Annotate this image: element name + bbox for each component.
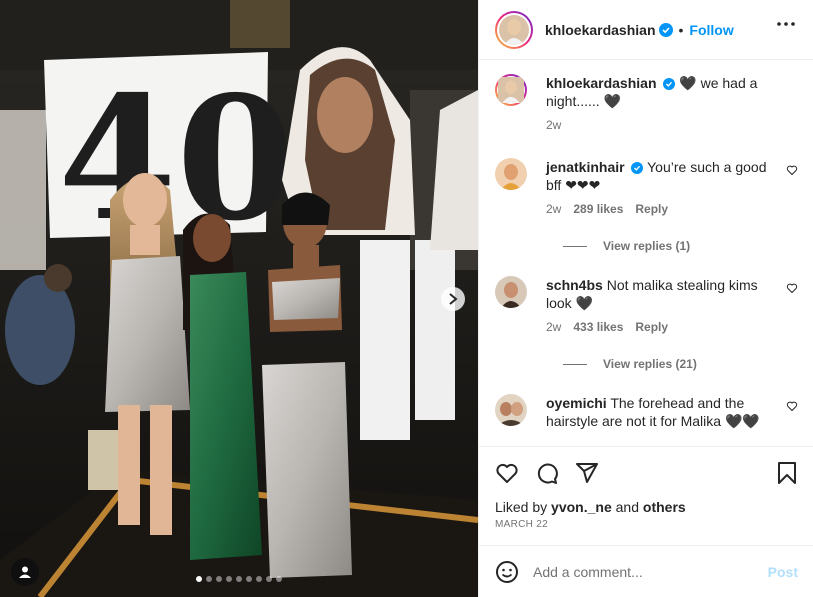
post-side-panel: khloekardashian • Follow khloekardashian… — [478, 0, 813, 597]
carousel-dot — [206, 576, 212, 582]
view-replies-label: View replies (21) — [603, 357, 697, 371]
post-comment-button[interactable]: Post — [768, 564, 798, 580]
liked-and: and — [615, 499, 639, 515]
save-icon[interactable] — [776, 461, 798, 485]
comment-username[interactable]: schn4bs — [546, 277, 603, 293]
commenter-avatar[interactable] — [495, 158, 527, 190]
carousel-dot — [276, 576, 282, 582]
emoji-icon[interactable] — [495, 560, 519, 584]
party-photo: 40 — [0, 0, 478, 597]
author-avatar[interactable] — [495, 10, 533, 49]
carousel-dot — [196, 576, 202, 582]
liked-by: Liked by yvon._ne and others — [479, 499, 813, 515]
comment-username[interactable]: oyemichi — [546, 395, 607, 411]
comment-likes[interactable]: 433 likes — [573, 320, 623, 334]
heart-icon[interactable] — [786, 164, 798, 176]
heart-icon[interactable] — [495, 461, 519, 485]
carousel-dot — [216, 576, 222, 582]
caption-avatar[interactable] — [495, 74, 527, 106]
chevron-right-icon — [449, 293, 458, 305]
add-comment-bar: Add a comment... Post — [479, 545, 813, 597]
commenter-avatar[interactable] — [495, 276, 527, 308]
carousel-dot — [226, 576, 232, 582]
post-photo[interactable]: 40 — [0, 0, 478, 597]
user-tag-button[interactable] — [11, 558, 39, 586]
author-username[interactable]: khloekardashian — [545, 22, 656, 38]
commenter-avatar[interactable] — [495, 394, 527, 426]
carousel-dot — [266, 576, 272, 582]
reply-button[interactable]: Reply — [635, 320, 668, 334]
post-modal: 40 khloekardashian • Follow khloekardash… — [0, 0, 813, 597]
caption-username[interactable]: khloekardashian — [546, 75, 657, 91]
comment-item: oyemichi The forehead and the hairstyle … — [495, 394, 798, 430]
comment-likes[interactable]: 289 likes — [573, 202, 623, 216]
post-actions: Liked by yvon._ne and others MARCH 22 — [479, 446, 813, 530]
liked-user-link[interactable]: yvon._ne — [551, 499, 612, 515]
sign-40-text: 40 — [58, 59, 295, 259]
header-separator: • — [678, 21, 684, 38]
verified-icon — [658, 22, 673, 37]
caption-time[interactable]: 2w — [546, 118, 561, 132]
follow-button[interactable]: Follow — [689, 22, 733, 38]
carousel-indicator — [196, 576, 282, 582]
carousel-next-button[interactable] — [441, 287, 465, 311]
share-icon[interactable] — [575, 461, 599, 485]
comment-time[interactable]: 2w — [546, 320, 561, 334]
verified-icon — [663, 78, 676, 90]
more-icon[interactable] — [777, 22, 795, 26]
comment-item: jenatkinhair You’re such a good bff ❤❤❤ … — [495, 158, 798, 216]
comment-username[interactable]: jenatkinhair — [546, 159, 625, 175]
comment-input[interactable]: Add a comment... — [533, 564, 768, 580]
avatar-image — [495, 276, 527, 308]
liked-others-link[interactable]: others — [643, 499, 686, 515]
carousel-dot — [246, 576, 252, 582]
post-header: khloekardashian • Follow — [479, 0, 813, 60]
carousel-dot — [256, 576, 262, 582]
comments-list[interactable]: khloekardashian 🖤 we had a night...... 🖤… — [479, 61, 813, 446]
avatar-image — [498, 77, 524, 103]
avatar-image — [499, 14, 529, 45]
liked-prefix: Liked by — [495, 499, 548, 515]
carousel-dot — [236, 576, 242, 582]
view-replies-label: View replies (1) — [603, 239, 691, 253]
verified-icon — [631, 162, 644, 174]
user-tag-icon — [19, 566, 31, 578]
view-replies-button[interactable]: View replies (21) — [563, 357, 697, 371]
heart-icon[interactable] — [786, 400, 798, 412]
post-date[interactable]: MARCH 22 — [479, 515, 813, 530]
reply-button[interactable]: Reply — [635, 202, 668, 216]
heart-icon[interactable] — [786, 282, 798, 294]
caption: khloekardashian 🖤 we had a night...... 🖤… — [495, 74, 798, 132]
view-replies-button[interactable]: View replies (1) — [563, 239, 690, 253]
comment-time[interactable]: 2w — [546, 202, 561, 216]
comment-item: schn4bs Not malika stealing kims look 🖤 … — [495, 276, 798, 334]
avatar-image — [495, 394, 527, 426]
comment-icon[interactable] — [535, 461, 559, 485]
avatar-image — [495, 158, 527, 190]
